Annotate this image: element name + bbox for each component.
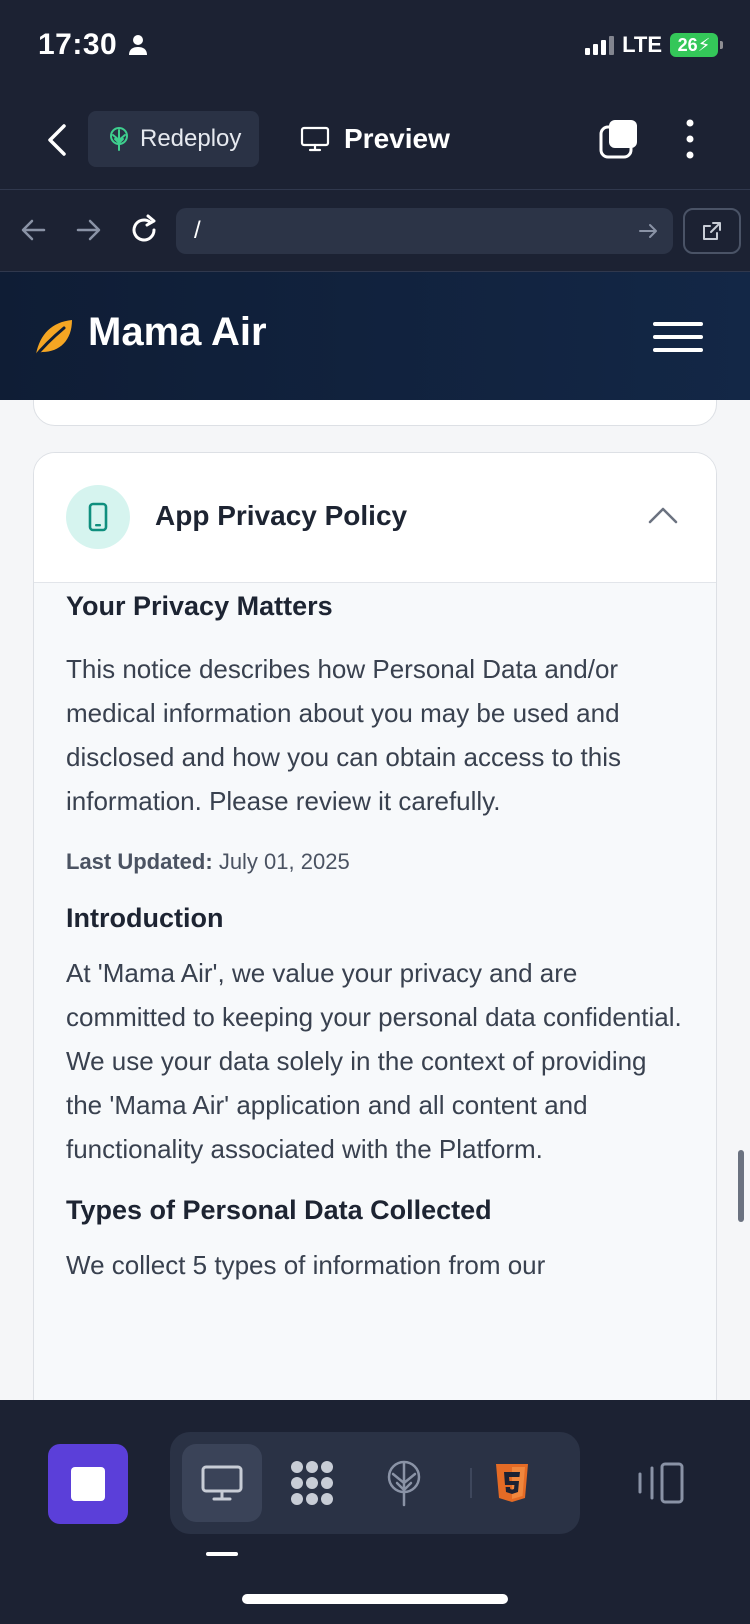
redeploy-button[interactable]: Redeploy — [88, 111, 260, 167]
preview-label: Preview — [344, 123, 450, 154]
site-title: Mama Air — [88, 310, 267, 354]
tabs-icon[interactable] — [598, 118, 640, 160]
privacy-policy-card: App Privacy Policy Your Privacy Matters … — [33, 452, 717, 1400]
status-bar: 17:30 LTE 26 ⚡ — [0, 0, 750, 92]
active-view-indicator — [206, 1552, 238, 1556]
stop-icon — [71, 1467, 105, 1501]
preview-button[interactable]: Preview — [300, 111, 450, 167]
view-code-button[interactable] — [472, 1444, 552, 1522]
bottom-bar — [0, 1400, 750, 1624]
external-link-icon — [703, 222, 721, 240]
html5-icon — [496, 1464, 528, 1502]
site-header: Mama Air — [0, 272, 750, 400]
view-preview-button[interactable] — [182, 1444, 262, 1522]
reload-icon[interactable] — [126, 212, 162, 248]
deploy-tree-icon — [387, 1460, 421, 1507]
leaf-logo-icon — [32, 320, 72, 360]
url-bar: / — [0, 190, 750, 272]
redeploy-label: Redeploy — [140, 125, 242, 152]
battery-icon: 26 ⚡ — [670, 33, 723, 57]
page-content: App Privacy Policy Your Privacy Matters … — [0, 400, 750, 1400]
person-icon — [129, 35, 147, 55]
privacy-paragraph: This notice describes how Personal Data … — [66, 654, 622, 816]
view-deploy-button[interactable] — [364, 1444, 444, 1522]
home-indicator[interactable] — [242, 1594, 508, 1604]
previous-card — [33, 400, 717, 426]
monitor-icon — [300, 126, 330, 152]
device-layout-icon[interactable] — [636, 1462, 686, 1506]
card-icon — [66, 485, 130, 549]
url-path: / — [194, 217, 201, 244]
view-apps-button[interactable] — [272, 1444, 352, 1522]
url-input[interactable]: / — [176, 208, 673, 254]
chevron-up-icon[interactable] — [648, 505, 678, 525]
section-heading-privacy: Your Privacy Matters — [66, 591, 333, 621]
signal-icon — [585, 35, 615, 55]
monitor-icon — [201, 1465, 243, 1501]
deploy-tree-icon — [110, 127, 128, 151]
stop-button[interactable] — [48, 1444, 128, 1524]
nav-back-icon[interactable] — [16, 212, 52, 248]
apps-grid-icon — [291, 1461, 333, 1505]
last-updated-date: July 01, 2025 — [218, 849, 350, 874]
introduction-paragraph: At 'Mama Air', we value your privacy and… — [66, 958, 682, 1164]
status-time: 17:30 — [38, 28, 118, 61]
card-body: Your Privacy Matters This notice describ… — [34, 583, 716, 1400]
card-header[interactable]: App Privacy Policy — [34, 453, 716, 583]
section-heading-data-types: Types of Personal Data Collected — [66, 1195, 492, 1225]
hamburger-menu-icon[interactable] — [653, 322, 703, 352]
open-external-button[interactable] — [683, 208, 741, 254]
data-types-paragraph: We collect 5 types of information from o… — [66, 1250, 546, 1280]
nav-forward-icon[interactable] — [70, 212, 106, 248]
more-vertical-icon[interactable] — [680, 118, 700, 160]
phone-icon — [88, 502, 108, 532]
section-heading-introduction: Introduction — [66, 903, 224, 933]
card-title: App Privacy Policy — [155, 500, 408, 531]
back-arrow-icon[interactable] — [40, 120, 76, 160]
scrollbar[interactable] — [738, 1150, 744, 1222]
last-updated-label: Last Updated: — [66, 849, 213, 874]
network-label: LTE — [622, 32, 662, 57]
top-toolbar: Redeploy Preview — [0, 92, 750, 190]
battery-level: 26 — [677, 34, 698, 55]
view-switcher — [170, 1432, 580, 1534]
status-indicators: LTE 26 ⚡ — [585, 32, 723, 58]
last-updated: Last Updated: July 01, 2025 — [66, 845, 684, 879]
go-arrow-icon[interactable] — [637, 220, 659, 242]
